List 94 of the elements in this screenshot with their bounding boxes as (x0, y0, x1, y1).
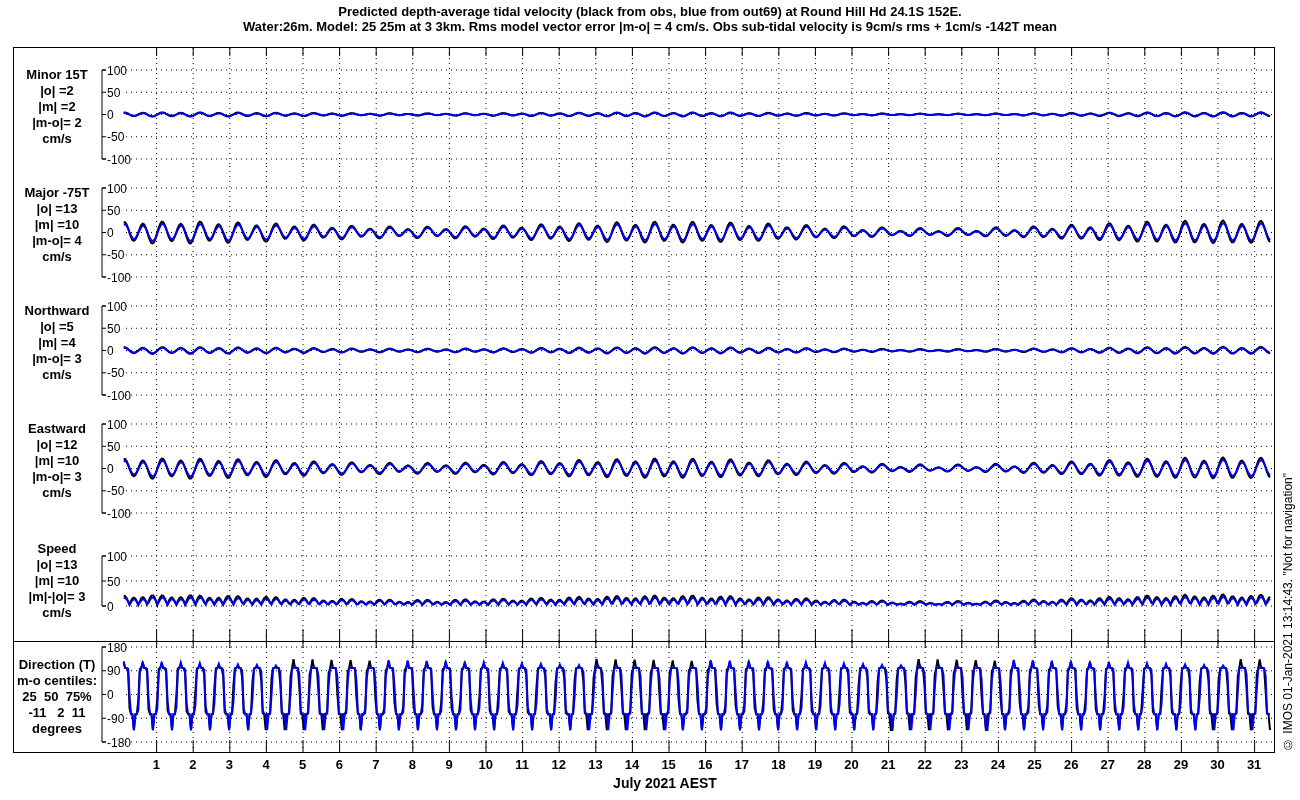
day-label: 3 (224, 756, 235, 774)
axis-tick-label: 90 (107, 664, 121, 679)
axis-tick-label: -50 (107, 248, 125, 263)
day-label: 23 (953, 756, 970, 774)
day-label: 10 (477, 756, 494, 774)
panel-label: m-o centiles: (16, 673, 98, 689)
day-label: 22 (916, 756, 933, 774)
panel-label: -11 2 11 (28, 705, 86, 721)
day-label: 16 (696, 756, 714, 774)
panel-label: cm/s (42, 249, 72, 265)
panel-label: Eastward (28, 421, 86, 437)
axis-tick-label: -100 (107, 388, 132, 402)
day-label: 11 (514, 756, 531, 774)
axis-tick-label: -50 (107, 366, 125, 381)
axis-tick-label: 50 (107, 203, 121, 218)
day-label: 8 (407, 756, 418, 774)
axis-tick-label: 50 (107, 321, 121, 336)
day-label: 29 (1172, 756, 1190, 774)
day-label: 20 (843, 756, 860, 774)
day-label: 5 (298, 756, 308, 774)
axis-tick-label: 180 (107, 642, 128, 655)
day-label: 30 (1209, 756, 1226, 774)
axis-title: July 2021 AEST (613, 774, 717, 791)
day-label: 24 (989, 756, 1007, 774)
day-label: 27 (1099, 756, 1116, 774)
axis-tick-label: -90 (107, 711, 125, 726)
axis-tick-label: 0 (107, 226, 114, 240)
panel-label: Northward (24, 303, 90, 319)
panel-label: |m-o|= 2 (32, 115, 82, 131)
panel-label: Minor 15T (26, 67, 88, 83)
day-label: 21 (879, 756, 897, 774)
panel-label: Major -75T (24, 185, 90, 201)
y-axis (101, 555, 107, 607)
axis-tick-label: -180 (107, 735, 132, 750)
panel-label: |m| =10 (34, 572, 80, 589)
axis-tick-label: 100 (107, 299, 128, 314)
panel-label: |o| =13 (36, 201, 78, 217)
chart-title: Predicted depth-average tidal velocity (black from obs, blue from out69) at Round Hill Hd 24.1S 152E. (338, 4, 962, 19)
chart-title: Water:26m. Model: 25 25m at 3 3km. Rms model vector error |m-o| = 4 cm/s. Obs sub-tidal velocity is 9cm/s rms + 1cm/s -142T mean (243, 19, 1057, 34)
day-label: 25 (1026, 756, 1043, 774)
panel-label: |m|-|o|= 3 (28, 588, 86, 605)
panel-label: 25 50 75% (22, 689, 92, 705)
axis-tick-label: -100 (107, 152, 132, 166)
axis-tick-label: 0 (107, 599, 114, 614)
panel-label: |o| =13 (36, 556, 78, 573)
panel-label: |o| =12 (36, 437, 78, 453)
day-label: 7 (371, 756, 381, 774)
day-label: 2 (188, 756, 198, 774)
axis-tick-label: 100 (107, 63, 128, 78)
panel-label: |o| =5 (40, 319, 74, 335)
panel-label: |m| =2 (38, 99, 76, 115)
panel-label: cm/s (42, 485, 72, 501)
axis-tick-label: -100 (107, 506, 132, 520)
axis-tick-label: -50 (107, 484, 125, 499)
day-label: 19 (806, 756, 824, 774)
axis-tick-label: 100 (107, 549, 128, 564)
day-label: 15 (660, 756, 677, 774)
panel-label: |m-o|= 4 (32, 233, 82, 249)
day-label: 4 (261, 756, 271, 774)
axis-tick-label: 50 (107, 439, 121, 454)
credit-text: © IMOS 01-Jan-2021 13:14:43. "Not for navigation" (1279, 473, 1296, 751)
panel-label: cm/s (42, 604, 72, 621)
day-label: 12 (550, 756, 568, 774)
panel-label: |m| =10 (34, 453, 80, 469)
axis-tick-label: 50 (107, 574, 121, 589)
day-label: 28 (1136, 756, 1153, 774)
day-label: 14 (623, 756, 641, 774)
axis-tick-label: 100 (107, 181, 128, 196)
panel-label: |m-o|= 3 (32, 469, 82, 485)
panel-label: cm/s (42, 131, 72, 147)
panel-label: Speed (37, 540, 77, 557)
panel-label: Direction (T) (18, 657, 96, 673)
day-label: 9 (444, 756, 454, 774)
day-label: 31 (1245, 756, 1263, 774)
day-label: 26 (1062, 756, 1080, 774)
axis-tick-label: 100 (107, 417, 128, 432)
day-label: 6 (334, 756, 344, 774)
panel-label: degrees (32, 721, 82, 737)
day-label: 18 (770, 756, 787, 774)
day-label: 17 (733, 756, 751, 774)
axis-tick-label: 0 (107, 688, 114, 702)
axis-tick-label: -50 (107, 130, 125, 145)
day-label: 13 (587, 756, 604, 774)
panel-label: |m| =4 (38, 335, 76, 351)
panel-label: |o| =2 (40, 83, 74, 99)
axis-tick-label: 0 (107, 344, 114, 358)
panel-label: cm/s (42, 367, 72, 383)
axis-tick-label: 50 (107, 85, 121, 100)
panel-label: |m-o|= 3 (32, 351, 82, 367)
axis-tick-label: 0 (107, 462, 114, 476)
day-label: 1 (151, 756, 161, 774)
axis-tick-label: 0 (107, 108, 114, 122)
axis-tick-label: -100 (107, 270, 132, 284)
panel-label: |m| =10 (34, 217, 80, 233)
